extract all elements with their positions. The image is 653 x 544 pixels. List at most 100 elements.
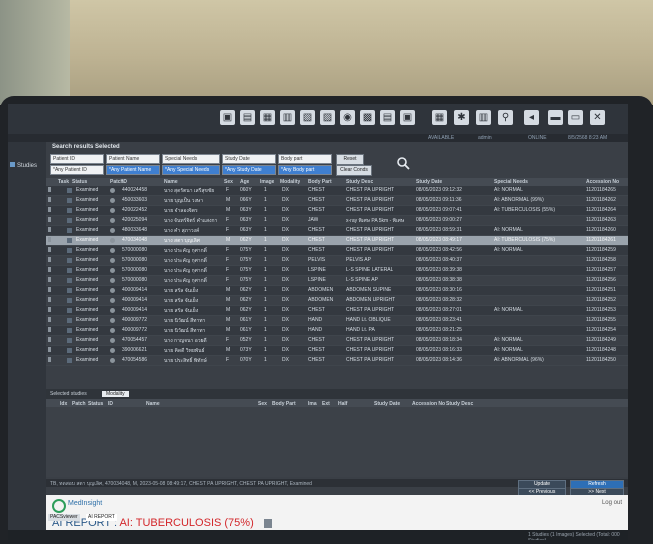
- expand-arrow-icon[interactable]: [48, 217, 51, 222]
- patient-id-filter[interactable]: Patient ID: [50, 154, 104, 164]
- sidebar-item-studies[interactable]: Studies: [8, 160, 46, 170]
- patient-id-input[interactable]: *Any Patient ID: [50, 165, 104, 175]
- reset-button[interactable]: Reset: [336, 154, 364, 165]
- expand-arrow-icon[interactable]: [48, 237, 51, 242]
- patient-name-input[interactable]: *Any Patient Name: [106, 165, 160, 175]
- col-age[interactable]: Age: [240, 179, 249, 185]
- col-task[interactable]: Task: [58, 179, 69, 185]
- search-button-icon[interactable]: [396, 156, 410, 170]
- patch-icon: [110, 258, 115, 263]
- col-id[interactable]: ID: [122, 179, 127, 185]
- table-row[interactable]: Examined 400009772 นาย นิวัฒน์ สีทาทา M 061Y…: [46, 326, 628, 336]
- accession-cell: 11201184253: [586, 307, 616, 313]
- table-row[interactable]: Examined 470034048 นาง สตา บุญเลิศ M 062Y 1 DX…: [46, 236, 628, 246]
- study-desc-cell: CHEST PA UPRIGHT: [346, 227, 395, 233]
- status-cell: Examined: [76, 317, 99, 323]
- study-date-cell: 08/05/2023 08:21:25: [416, 327, 462, 333]
- report-icon[interactable]: ▨: [320, 110, 335, 125]
- col-image[interactable]: Image: [260, 179, 274, 185]
- col-study-desc[interactable]: Study Desc: [346, 179, 373, 185]
- study-date-cell: 08/05/2023 08:40:37: [416, 257, 462, 263]
- table-row[interactable]: Examined 400009414 นาย สรัล จันเย็ง M 062Y 1 D…: [46, 296, 628, 306]
- sex-cell: M: [226, 197, 231, 203]
- body-part-input[interactable]: *Any Body part: [278, 165, 332, 175]
- col-name[interactable]: Name: [164, 179, 178, 185]
- expand-arrow-icon[interactable]: [48, 277, 51, 282]
- viewer-icon[interactable]: ▣: [220, 110, 235, 125]
- table-row[interactable]: Examined 470054457 นาง กาญจนา อวยดี F 052Y 1 D…: [46, 336, 628, 346]
- table-row[interactable]: Examined 400009414 นาย สรัล จันเย็ง M 062Y 1 D…: [46, 286, 628, 296]
- export-icon[interactable]: ▧: [300, 110, 315, 125]
- table-row[interactable]: Examined 570000080 นาง ประคัญ กุศากดิ์ F 075…: [46, 276, 628, 286]
- archive-icon[interactable]: ▤: [380, 110, 395, 125]
- col-status[interactable]: Status: [72, 179, 87, 185]
- table-row[interactable]: Examined 390006621 นาย คิดดี วิทยพันธ์ M 073…: [46, 346, 628, 356]
- expand-arrow-icon[interactable]: [48, 247, 51, 252]
- expand-arrow-icon[interactable]: [48, 297, 51, 302]
- age-cell: 062Y: [240, 307, 252, 313]
- col-accession[interactable]: Accession No: [586, 179, 619, 185]
- studies-icon: [10, 162, 15, 167]
- expand-arrow-icon[interactable]: [48, 357, 51, 362]
- tab-ai-report[interactable]: AI REPORT: [86, 514, 117, 521]
- network-icon[interactable]: ▦: [432, 110, 447, 125]
- table-row[interactable]: Examined 440024458 นาง สุดรัตนา เสรีสุขชัย…: [46, 186, 628, 196]
- layout-icon[interactable]: ▦: [260, 110, 275, 125]
- modality-cell: DX: [282, 257, 289, 263]
- table-row[interactable]: Examined 450033603 นาย บุญเป็น วงษา M 066Y 1 D…: [46, 196, 628, 206]
- body-part-filter[interactable]: Body part: [278, 154, 332, 164]
- col-body-part[interactable]: Body Part: [308, 179, 332, 185]
- expand-arrow-icon[interactable]: [48, 267, 51, 272]
- search-icon[interactable]: ⚲: [498, 110, 513, 125]
- study-date-filter[interactable]: Study Date: [222, 154, 276, 164]
- study-desc-cell: x-ray พิเศษ PA 5km - พิเศษ: [346, 218, 405, 224]
- image-icon[interactable]: ▥: [280, 110, 295, 125]
- table-row[interactable]: Examined 400009772 นาย นิวัฒน์ สีทาทา M 061Y…: [46, 316, 628, 326]
- table-row[interactable]: Examined 570000080 นาง ประคัญ กุศากดิ์ F 075…: [46, 246, 628, 256]
- expand-arrow-icon[interactable]: [48, 197, 51, 202]
- expand-arrow-icon[interactable]: [48, 307, 51, 312]
- expand-arrow-icon[interactable]: [48, 257, 51, 262]
- cd-icon[interactable]: ◉: [340, 110, 355, 125]
- settings-icon[interactable]: ▥: [476, 110, 491, 125]
- status-icon: [67, 208, 72, 213]
- table-row[interactable]: Examined 420022452 นาย จำลองจิตร M 063Y 1 DX CH…: [46, 206, 628, 216]
- close-icon[interactable]: ✕: [590, 110, 605, 125]
- patch-icon: [110, 228, 115, 233]
- expand-arrow-icon[interactable]: [48, 207, 51, 212]
- special-needs-input[interactable]: *Any Special Needs: [162, 165, 220, 175]
- table-row[interactable]: Examined 420025094 นาง จันทร์จิตร์ คำแสงกา…: [46, 216, 628, 226]
- print-icon[interactable]: ▤: [240, 110, 255, 125]
- user-name[interactable]: admin: [478, 135, 492, 141]
- col-sex[interactable]: Sex: [224, 179, 233, 185]
- back-icon[interactable]: ◂: [524, 110, 539, 125]
- availability-status[interactable]: AVAILABLE: [428, 135, 454, 141]
- patient-name-filter[interactable]: Patient Name: [106, 154, 160, 164]
- col-special-needs[interactable]: Special Needs: [494, 179, 528, 185]
- expand-arrow-icon[interactable]: [48, 227, 51, 232]
- col-modality[interactable]: Modality: [280, 179, 300, 185]
- minimize-icon[interactable]: ▬: [548, 110, 563, 125]
- table-row[interactable]: Examined 470054586 นาย ประสิทธิ์ พิทักษ์ F 0…: [46, 356, 628, 366]
- delete-icon[interactable]: ▣: [400, 110, 415, 125]
- tools-icon[interactable]: ✱: [454, 110, 469, 125]
- folder-icon[interactable]: ▩: [360, 110, 375, 125]
- tab-pacsviewer[interactable]: PACSviewer: [48, 514, 80, 521]
- table-row[interactable]: Examined 570000080 นาง ประคัญ กุศากดิ์ F 075…: [46, 266, 628, 276]
- clear-conditions-button[interactable]: Clear Conds: [336, 165, 372, 176]
- expand-arrow-icon[interactable]: [48, 347, 51, 352]
- table-row[interactable]: Examined 400009414 นาย สรัล จันเย็ง M 062Y 1 D…: [46, 306, 628, 316]
- expand-arrow-icon[interactable]: [48, 317, 51, 322]
- expand-arrow-icon[interactable]: [48, 337, 51, 342]
- table-row[interactable]: Examined 570000080 นาง ประคัญ กุศากดิ์ F 075…: [46, 256, 628, 266]
- logout-link[interactable]: Log out: [602, 500, 622, 506]
- maximize-icon[interactable]: ▭: [568, 110, 583, 125]
- col-study-date[interactable]: Study Date: [416, 179, 442, 185]
- table-row[interactable]: Examined 480033648 นาง คำ สุภาวงค์ F 063Y 1 DX…: [46, 226, 628, 236]
- expand-arrow-icon[interactable]: [48, 327, 51, 332]
- special-needs-filter[interactable]: Special Needs: [162, 154, 220, 164]
- study-date-input[interactable]: *Any Study Date: [222, 165, 276, 175]
- expand-arrow-icon[interactable]: [48, 287, 51, 292]
- modality-dropdown[interactable]: Modality: [102, 391, 129, 397]
- expand-arrow-icon[interactable]: [48, 187, 51, 192]
